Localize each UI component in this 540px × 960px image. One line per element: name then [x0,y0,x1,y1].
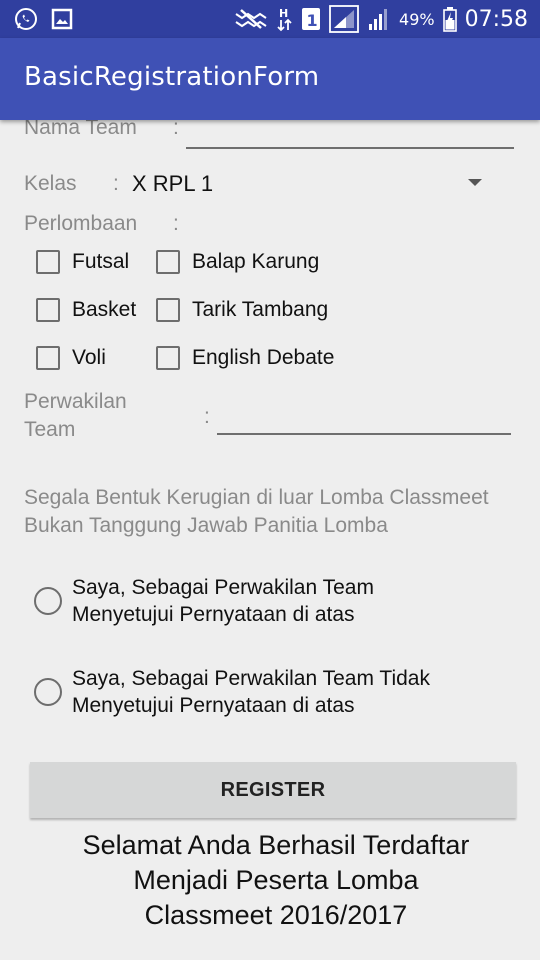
checkbox-box[interactable] [156,250,180,274]
clock: 07:58 [464,6,528,32]
checkbox-box[interactable] [156,346,180,370]
radio-agree-label: Saya, Sebagai Perwakilan Team Menyetujui… [72,574,374,628]
checkbox-balap-karung[interactable]: Balap Karung [156,250,319,274]
app-bar: BasicRegistrationForm [0,38,540,120]
notification-icons [14,7,74,31]
checkbox-box[interactable] [36,250,60,274]
radio-disagree-line2: Menyetujui Pernyataan di atas [72,694,355,717]
checkbox-voli[interactable]: Voli [36,346,106,370]
checkbox-box[interactable] [156,298,180,322]
checkbox-futsal[interactable]: Futsal [36,250,129,274]
whatsapp-icon [15,8,37,30]
battery-percent: 49% [399,9,435,29]
result-line1: Selamat Anda Berhasil Terdaftar [82,830,470,860]
radio-agree[interactable]: Saya, Sebagai Perwakilan Team Menyetujui… [34,574,374,628]
checkbox-box[interactable] [36,298,60,322]
perlombaan-colon: : [173,212,179,235]
perwakilan-label-line1: Perwakilan [24,390,127,413]
register-button[interactable]: REGISTER [30,762,516,818]
svg-text:H: H [279,7,288,20]
mute-icon [235,9,267,29]
perlombaan-label: Perlombaan [24,212,138,235]
perwakilan-input[interactable] [217,398,511,436]
radio-disagree-label: Saya, Sebagai Perwakilan Team Tidak Meny… [72,665,430,719]
signal-icon [329,5,359,33]
nama-team-underline [186,147,514,149]
radio-agree-line1: Saya, Sebagai Perwakilan Team [72,576,374,599]
checkbox-basket-label: Basket [72,298,137,321]
battery-icon [442,7,457,32]
status-bar: H 1 49% 07:58 [0,0,540,38]
disclaimer-line1: Segala Bentuk Kerugian di luar Lomba Cla… [24,486,489,509]
checkbox-futsal-label: Futsal [72,250,130,273]
perwakilan-colon: : [204,405,210,428]
radio-agree-line2: Menyetujui Pernyataan di atas [72,603,355,626]
signal2-icon [369,9,388,30]
result-line3: Classmeet 2016/2017 [144,900,408,930]
disclaimer: Segala Bentuk Kerugian di luar Lomba Cla… [24,484,540,540]
kelas-selected: X RPL 1 [132,171,214,196]
registration-result-message: Selamat Anda Berhasil Terdaftar Menjadi … [30,828,522,933]
radio-circle[interactable] [34,678,62,706]
system-icons: H 1 49% 07:58 [233,5,528,33]
checkbox-voli-label: Voli [72,346,106,369]
data-arrows-icon: H [277,7,292,32]
checkbox-tarik-tambang[interactable]: Tarik Tambang [156,298,328,322]
dropdown-arrow-icon [468,179,482,186]
checkbox-balap-karung-label: Balap Karung [192,250,320,273]
checkbox-tarik-tambang-label: Tarik Tambang [192,298,329,321]
radio-circle[interactable] [34,587,62,615]
perwakilan-underline [217,433,511,435]
checkbox-english-debate[interactable]: English Debate [156,346,334,370]
image-icon [51,8,73,30]
radio-disagree[interactable]: Saya, Sebagai Perwakilan Team Tidak Meny… [34,665,430,719]
app-title: BasicRegistrationForm [24,62,320,92]
kelas-colon: : [113,172,119,195]
perwakilan-label-line2: Team [24,418,76,441]
result-line2: Menjadi Peserta Lomba [133,865,419,895]
checkbox-english-debate-label: English Debate [192,346,335,369]
disclaimer-line2: Bukan Tanggung Jawab Panitia Lomba [24,514,388,537]
radio-disagree-line1: Saya, Sebagai Perwakilan Team Tidak [72,667,430,690]
sim1-icon: 1 [302,8,321,30]
kelas-spinner[interactable]: X RPL 1 [128,164,488,204]
checkbox-basket[interactable]: Basket [36,298,136,322]
app-screen: H 1 49% 07:58 BasicRegistrationForm Nama… [0,0,540,960]
checkbox-box[interactable] [36,346,60,370]
kelas-label: Kelas [24,172,77,195]
svg-text:1: 1 [307,11,318,30]
